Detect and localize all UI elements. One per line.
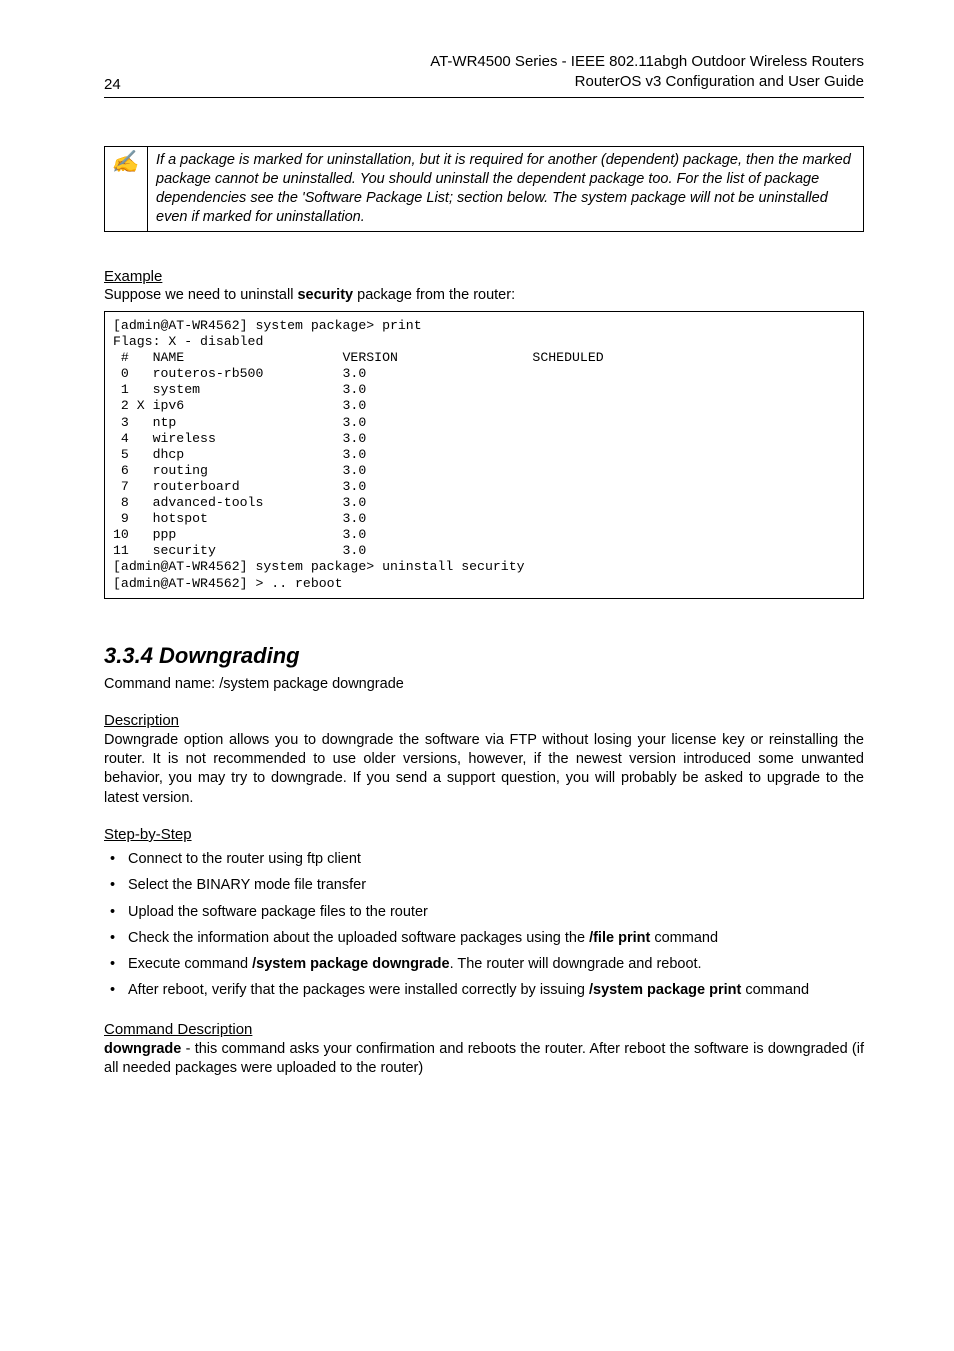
step-text: Upload the software package files to the… <box>128 904 428 920</box>
list-item: Execute command /system package downgrad… <box>104 955 864 974</box>
step-text-post: command <box>741 982 809 998</box>
command-description-text: downgrade - this command asks your confi… <box>104 1040 864 1079</box>
step-bold: /file print <box>589 930 650 946</box>
step-text: Check the information about the uploaded… <box>128 930 589 946</box>
steps-list: Connect to the router using ftp client S… <box>104 850 864 1001</box>
step-text: Select the BINARY mode file transfer <box>128 877 366 893</box>
step-text: Execute command <box>128 956 252 972</box>
example-caption: Suppose we need to uninstall security pa… <box>104 287 864 303</box>
header-title-line1: AT-WR4500 Series - IEEE 802.11abgh Outdo… <box>430 53 864 70</box>
note-text: If a package is marked for uninstallatio… <box>148 146 864 233</box>
step-bold: /system package print <box>589 982 741 998</box>
header-title: AT-WR4500 Series - IEEE 802.11abgh Outdo… <box>430 52 864 93</box>
example-caption-pre: Suppose we need to uninstall <box>104 287 297 303</box>
step-by-step-heading: Step-by-Step <box>104 826 864 843</box>
page-header: 24 AT-WR4500 Series - IEEE 802.11abgh Ou… <box>104 52 864 98</box>
list-item: Check the information about the uploaded… <box>104 929 864 948</box>
cmd-desc-rest: - this command asks your confirmation an… <box>104 1041 864 1076</box>
step-bold: /system package downgrade <box>252 956 449 972</box>
step-text: Connect to the router using ftp client <box>128 851 361 867</box>
command-name-line: Command name: /system package downgrade <box>104 675 864 694</box>
example-caption-bold: security <box>297 287 353 303</box>
note-icon: ✍ <box>104 146 148 233</box>
example-heading: Example <box>104 268 864 285</box>
page-number: 24 <box>104 76 121 93</box>
note-box: ✍ If a package is marked for uninstallat… <box>104 146 864 233</box>
description-heading: Description <box>104 712 864 729</box>
command-description-heading: Command Description <box>104 1021 864 1038</box>
step-text-post: . The router will downgrade and reboot. <box>450 956 702 972</box>
list-item: After reboot, verify that the packages w… <box>104 981 864 1000</box>
code-block: [admin@AT-WR4562] system package> print … <box>104 311 864 599</box>
downgrading-heading: 3.3.4 Downgrading <box>104 643 864 669</box>
list-item: Upload the software package files to the… <box>104 903 864 922</box>
step-text: After reboot, verify that the packages w… <box>128 982 589 998</box>
list-item: Select the BINARY mode file transfer <box>104 876 864 895</box>
list-item: Connect to the router using ftp client <box>104 850 864 869</box>
header-title-line2: RouterOS v3 Configuration and User Guide <box>575 73 864 90</box>
cmd-desc-bold: downgrade <box>104 1041 181 1057</box>
step-text-post: command <box>650 930 718 946</box>
description-text: Downgrade option allows you to downgrade… <box>104 731 864 808</box>
example-caption-post: package from the router: <box>353 287 515 303</box>
